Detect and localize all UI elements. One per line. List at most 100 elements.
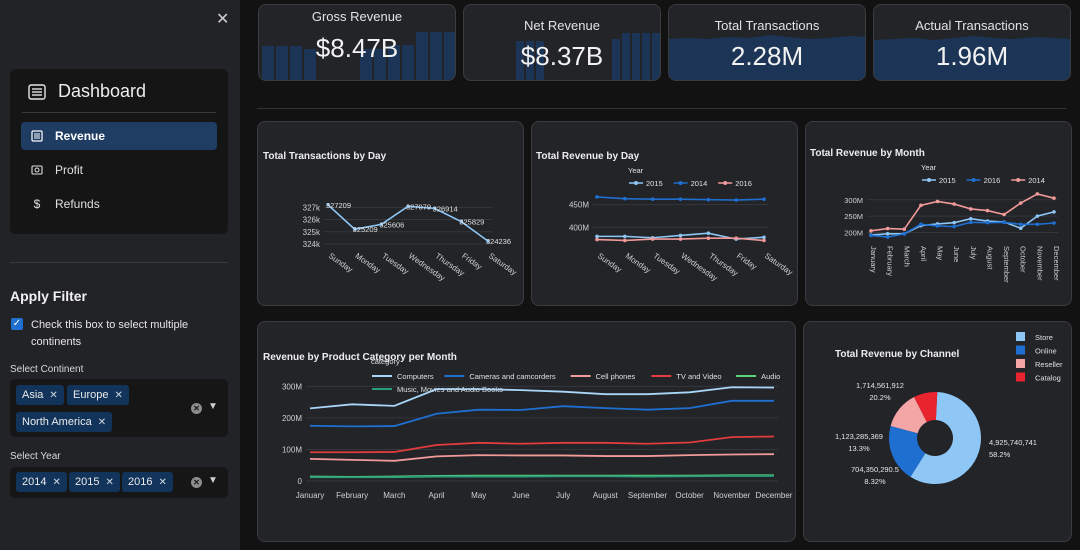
data-point <box>1018 222 1023 227</box>
legend-label: Cameras and camcorders <box>469 372 556 381</box>
y-tick-label: 327k <box>303 203 321 212</box>
y-tick-label: 100M <box>282 445 302 454</box>
kpi-actual-transactions: Actual Transactions 1.96M <box>873 4 1071 81</box>
data-point <box>706 231 711 236</box>
kpi-value: $8.37B <box>520 41 604 71</box>
legend-marker <box>1016 178 1021 182</box>
data-point <box>935 224 940 228</box>
data-point <box>952 220 956 225</box>
legend-swatch <box>1016 332 1025 341</box>
menu-item-revenue[interactable]: Revenue <box>21 122 217 150</box>
slice-value-label: 1,714,561,912 <box>856 381 904 390</box>
chart-revenue-by-day-svg: Year2015 2014 2016 450M 400M Sunday Monday Tues… <box>569 166 794 283</box>
profit-icon <box>31 165 43 175</box>
x-tick-label: Monday <box>624 251 652 275</box>
x-tick-label: November <box>1035 246 1044 281</box>
menu-item-refunds[interactable]: $ Refunds <box>21 190 217 218</box>
remove-tag-icon[interactable]: ✕ <box>158 477 166 488</box>
legend-label: Online <box>1035 347 1057 356</box>
remove-tag-icon[interactable]: ✕ <box>52 477 60 488</box>
data-point <box>623 196 627 201</box>
data-point <box>595 234 599 239</box>
kpi-label: Net Revenue <box>524 18 600 33</box>
x-tick-label: February <box>336 491 368 500</box>
x-tick-label: April <box>429 491 445 500</box>
revenue-icon <box>31 130 43 142</box>
kpi-gross-revenue: Gross Revenue $8.47B <box>258 4 456 81</box>
data-label: 327079 <box>406 202 431 211</box>
year-select[interactable]: 2014 ✕ 2015 ✕ 2016 ✕ ✕ ▼ <box>10 467 228 498</box>
y-tick-label: 326k <box>303 216 321 225</box>
continent-select[interactable]: Asia ✕ Europe ✕ North America ✕ ✕ ▼ <box>10 379 228 437</box>
x-tick-label: May <box>471 491 486 500</box>
menu-item-profit[interactable]: Profit <box>21 156 217 184</box>
data-point <box>902 231 907 236</box>
data-point <box>762 235 766 240</box>
data-point <box>969 216 973 221</box>
chevron-down-icon[interactable]: ▼ <box>208 401 218 412</box>
clear-icon[interactable]: ✕ <box>191 403 202 414</box>
data-point <box>762 238 766 243</box>
legend-label: 2014 <box>1028 176 1045 185</box>
x-tick-label: June <box>952 246 961 262</box>
x-tick-label: January <box>296 491 324 500</box>
data-label: 325606 <box>379 220 404 229</box>
close-icon[interactable]: ✕ <box>216 9 229 29</box>
y-tick-label: 250M <box>844 212 863 221</box>
data-point <box>1018 226 1023 231</box>
legend-label: Cell phones <box>596 372 636 381</box>
y-tick-label: 300M <box>844 196 863 205</box>
data-point <box>1035 214 1040 218</box>
data-point <box>1052 221 1056 225</box>
year-label: Select Year <box>10 451 61 462</box>
x-tick-label: Friday <box>735 251 758 271</box>
remove-tag-icon[interactable]: ✕ <box>49 390 57 401</box>
x-tick-label: December <box>1052 246 1061 281</box>
x-tick-label: March <box>902 246 911 267</box>
menu-title: Dashboard <box>58 81 147 101</box>
kpi-value: $8.47B <box>315 33 399 63</box>
legend-swatch <box>1016 372 1025 382</box>
data-label: 325209 <box>353 225 378 234</box>
x-tick-label: Saturday <box>763 251 794 277</box>
slice-value-label: 1,123,285,369 <box>835 432 883 441</box>
legend-title: Year <box>628 166 644 175</box>
data-point <box>1035 222 1040 227</box>
sidebar: ✕ Dashboard Revenue Profit $ Refunds App… <box>0 0 240 550</box>
chart-title: Total Revenue by Day <box>536 151 640 162</box>
tag-label: 2016 <box>128 476 153 488</box>
remove-tag-icon[interactable]: ✕ <box>105 477 113 488</box>
x-tick-label: October <box>675 491 704 500</box>
x-tick-label: March <box>383 491 405 500</box>
x-tick-label: November <box>713 491 750 500</box>
legend-label: 2015 <box>646 179 663 188</box>
clear-icon[interactable]: ✕ <box>191 477 202 488</box>
data-point <box>885 231 890 236</box>
slice-percent-label: 20.2% <box>869 393 891 402</box>
x-tick-label: Monday <box>354 251 382 275</box>
tag-label: North America <box>22 416 92 428</box>
data-point <box>952 202 956 206</box>
menu-header: Dashboard <box>28 81 146 102</box>
x-tick-label: February <box>886 246 895 276</box>
main-divider <box>257 108 1066 109</box>
data-point <box>595 237 599 242</box>
data-point <box>1052 210 1056 214</box>
data-point <box>734 198 738 202</box>
dollar-icon: $ <box>33 197 41 211</box>
chevron-down-icon[interactable]: ▼ <box>208 475 218 486</box>
data-point <box>623 234 627 239</box>
checkmark-icon[interactable]: ✓ <box>11 318 23 330</box>
continent-tag: North America ✕ <box>16 412 113 432</box>
remove-tag-icon[interactable]: ✕ <box>98 417 106 428</box>
year-tag: 2014 ✕ <box>16 472 67 492</box>
data-point <box>1018 201 1023 205</box>
data-point <box>678 197 683 201</box>
filter-title: Apply Filter <box>10 288 88 304</box>
remove-tag-icon[interactable]: ✕ <box>114 390 122 401</box>
legend-label: 2016 <box>735 179 752 188</box>
data-point <box>706 197 711 202</box>
multi-select-checkbox[interactable]: ✓ Check this box to select multiple cont… <box>11 317 211 351</box>
data-point <box>869 229 873 233</box>
menu-item-label: Refunds <box>55 197 100 211</box>
